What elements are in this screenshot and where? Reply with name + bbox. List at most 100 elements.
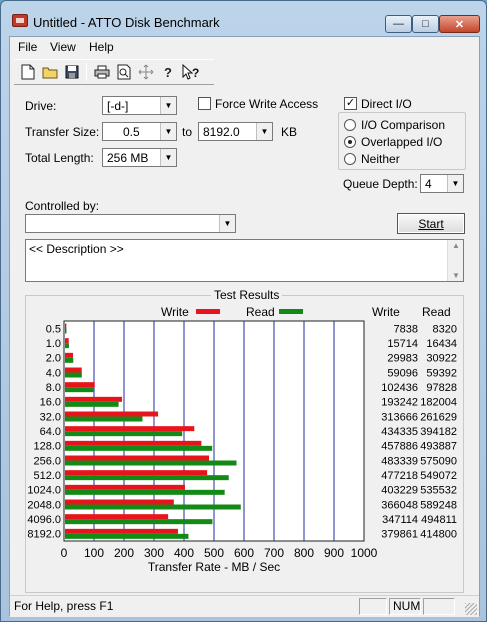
total-length-select[interactable]: 256 MB ▼ <box>102 148 177 167</box>
client-area: File View Help ? ? Drive: [-d-] ▼ Force … <box>9 36 480 617</box>
print-preview-icon[interactable] <box>113 61 135 83</box>
drive-select[interactable]: [-d-] ▼ <box>102 96 177 115</box>
read-value: 394182 <box>420 426 457 438</box>
category-label: 2.0 <box>46 353 61 365</box>
results-chart: 0 100 200 300 400 500 600 700 800 900 1000 Transfer… <box>27 320 457 574</box>
status-pane-caps <box>359 598 387 615</box>
description-text: << Description >> <box>29 242 124 256</box>
overlapped-io-label: Overlapped I/O <box>361 135 443 149</box>
category-label: 256.0 <box>33 455 61 467</box>
description-textarea[interactable]: << Description >> ▲ ▼ <box>25 239 464 282</box>
scroll-down-icon[interactable]: ▼ <box>452 271 460 280</box>
svg-text:?: ? <box>192 66 199 80</box>
toolbar-separator <box>86 63 87 81</box>
menu-file[interactable]: File <box>18 40 37 54</box>
write-bar <box>65 499 174 505</box>
write-value: 347114 <box>382 514 418 526</box>
write-bar <box>65 528 178 534</box>
controlled-by-label: Controlled by: <box>25 199 100 213</box>
chevron-down-icon[interactable]: ▼ <box>447 175 463 192</box>
force-write-checkbox[interactable] <box>198 97 211 110</box>
transfer-to-value: 8192.0 <box>203 125 240 139</box>
read-value: 261629 <box>420 411 457 423</box>
minimize-button[interactable]: — <box>385 15 412 33</box>
chevron-down-icon[interactable]: ▼ <box>160 123 176 140</box>
menu-view[interactable]: View <box>50 40 76 54</box>
status-pane-num: NUM <box>389 598 421 615</box>
chevron-down-icon[interactable]: ▼ <box>256 123 272 140</box>
x-tick-label: 600 <box>234 546 254 560</box>
write-bar <box>65 323 67 329</box>
read-bar <box>65 372 82 378</box>
x-tick-label: 500 <box>204 546 224 560</box>
category-label: 128.0 <box>33 441 61 453</box>
read-value: 30922 <box>426 353 457 365</box>
write-value: 457886 <box>381 441 418 453</box>
maximize-button[interactable]: □ <box>412 15 439 33</box>
category-label: 4.0 <box>46 367 61 379</box>
drive-label: Drive: <box>25 99 57 113</box>
neither-radio[interactable] <box>344 153 356 165</box>
read-value: 8320 <box>433 323 457 335</box>
read-value: 16434 <box>426 338 457 350</box>
app-icon[interactable] <box>12 14 28 27</box>
write-bar <box>65 484 185 490</box>
read-value: 182004 <box>420 397 457 409</box>
category-label: 4096.0 <box>27 514 61 526</box>
open-folder-icon[interactable] <box>39 61 61 83</box>
category-label: 1.0 <box>46 338 61 350</box>
new-file-icon[interactable] <box>17 61 39 83</box>
read-bar <box>65 460 237 466</box>
write-bar <box>65 352 73 358</box>
category-label: 8192.0 <box>27 529 61 541</box>
total-length-value: 256 MB <box>107 151 149 165</box>
queue-depth-select[interactable]: 4 ▼ <box>420 174 464 193</box>
scroll-up-icon[interactable]: ▲ <box>452 241 460 250</box>
title-bar[interactable]: Untitled - ATTO Disk Benchmark — □ ✕ <box>1 1 486 35</box>
write-bar <box>65 367 82 373</box>
start-button[interactable]: Start <box>397 213 465 234</box>
chevron-down-icon[interactable]: ▼ <box>160 149 176 166</box>
print-icon[interactable] <box>91 61 113 83</box>
read-value: 494811 <box>421 514 457 526</box>
save-icon[interactable] <box>61 61 83 83</box>
read-value: 97828 <box>426 382 457 394</box>
read-bar <box>65 357 74 363</box>
context-help-icon[interactable]: ? <box>179 61 201 83</box>
read-value: 535532 <box>420 485 457 497</box>
overlapped-io-radio[interactable] <box>344 136 356 148</box>
write-value: 477218 <box>381 470 418 482</box>
direct-io-label: Direct I/O <box>361 97 412 111</box>
app-window: Untitled - ATTO Disk Benchmark — □ ✕ Fil… <box>0 0 487 622</box>
transfer-to-select[interactable]: 8192.0 ▼ <box>198 122 273 141</box>
menu-help[interactable]: Help <box>89 40 114 54</box>
resize-grip-icon[interactable] <box>465 603 477 615</box>
read-bar <box>65 504 241 510</box>
toolbar: ? ? <box>14 59 214 85</box>
write-value: 483339 <box>381 455 418 467</box>
category-label: 8.0 <box>46 382 61 394</box>
direct-io-checkbox[interactable]: ✓ <box>344 97 357 110</box>
neither-label: Neither <box>361 152 400 166</box>
chevron-down-icon[interactable]: ▼ <box>160 97 176 114</box>
read-bar <box>65 343 69 349</box>
test-results-group: Test Results Write Read Write Read 0 100 2… <box>25 288 464 593</box>
close-button[interactable]: ✕ <box>439 15 480 33</box>
io-comparison-radio[interactable] <box>344 119 356 131</box>
write-value: 379861 <box>381 529 418 541</box>
help-icon[interactable]: ? <box>157 61 179 83</box>
x-tick-label: 300 <box>144 546 164 560</box>
description-scrollbar[interactable]: ▲ ▼ <box>447 240 463 281</box>
x-tick-label: 900 <box>324 546 344 560</box>
write-bar <box>65 470 208 476</box>
io-comparison-label: I/O Comparison <box>361 118 446 132</box>
read-value: 493887 <box>420 441 457 453</box>
controlled-by-select[interactable]: ▼ <box>25 214 236 233</box>
status-help-text: For Help, press F1 <box>14 599 114 613</box>
write-value: 403229 <box>381 485 418 497</box>
transfer-from-select[interactable]: 0.5 ▼ <box>102 122 177 141</box>
chevron-down-icon[interactable]: ▼ <box>219 215 235 232</box>
move-icon[interactable] <box>135 61 157 83</box>
read-bar <box>65 387 94 393</box>
read-bar <box>65 519 213 525</box>
